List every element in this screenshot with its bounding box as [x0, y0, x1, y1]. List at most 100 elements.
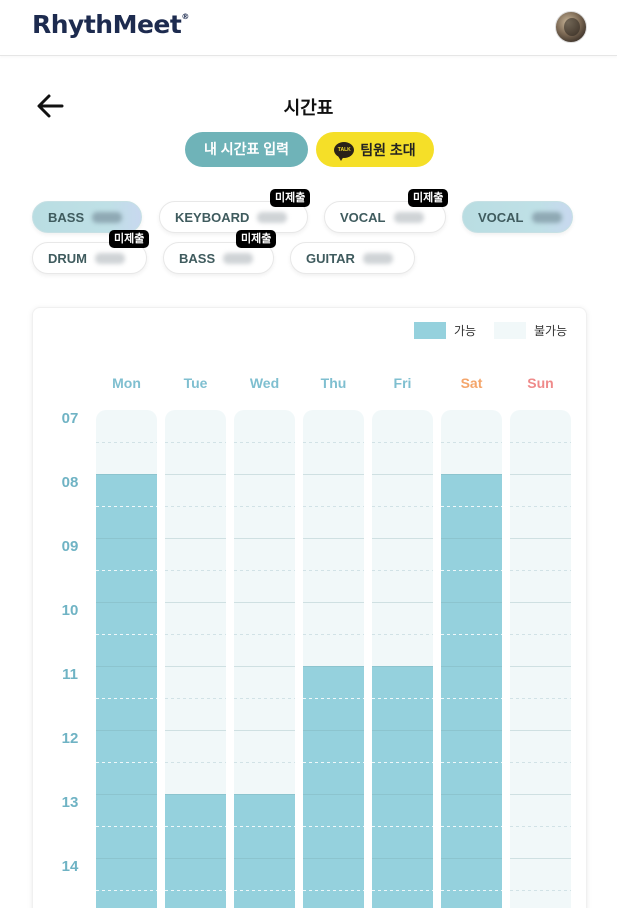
legend-unavailable-swatch — [494, 322, 526, 339]
grid-line — [441, 666, 502, 667]
available-block[interactable] — [441, 474, 502, 908]
grid-line — [96, 442, 157, 443]
hour-label: 10 — [61, 602, 79, 619]
logo[interactable]: RhythMeet® — [32, 10, 189, 39]
grid-line — [165, 666, 226, 667]
available-block[interactable] — [303, 666, 364, 908]
member-chip-guitar[interactable]: GUITAR — [290, 242, 415, 274]
member-role-label: VOCAL — [340, 209, 386, 225]
grid-line — [96, 762, 157, 763]
grid-line — [441, 570, 502, 571]
day-column-thu[interactable] — [303, 410, 364, 908]
grid-line — [96, 794, 157, 795]
member-name-blurred — [95, 252, 125, 264]
grid-line — [441, 826, 502, 827]
grid-line — [234, 570, 295, 571]
grid-line — [372, 538, 433, 539]
avatar[interactable] — [555, 11, 587, 43]
day-column-tue[interactable] — [165, 410, 226, 908]
legend-available-swatch — [414, 322, 446, 339]
grid-line — [372, 730, 433, 731]
grid-line — [372, 442, 433, 443]
hour-label: 09 — [61, 538, 79, 555]
day-label-mon: Mon — [112, 375, 141, 391]
grid-line — [96, 730, 157, 731]
grid-line — [96, 602, 157, 603]
member-role-label: VOCAL — [478, 209, 524, 225]
grid-line — [96, 538, 157, 539]
grid-line — [441, 858, 502, 859]
hour-label: 08 — [61, 474, 79, 491]
available-block[interactable] — [372, 666, 433, 908]
grid-line — [510, 602, 571, 603]
grid-line — [303, 570, 364, 571]
member-chip-vocal[interactable]: VOCAL — [462, 201, 573, 233]
top-bar: RhythMeet® — [0, 0, 617, 56]
grid-line — [165, 602, 226, 603]
legend-unavailable-label: 불가능 — [534, 324, 568, 338]
grid-line — [372, 890, 433, 891]
not-submitted-badge: 미제출 — [408, 189, 449, 207]
member-role-label: DRUM — [48, 250, 87, 266]
grid-line — [165, 858, 226, 859]
grid-line — [510, 762, 571, 763]
grid-line — [96, 474, 157, 475]
grid-line — [510, 890, 571, 891]
invite-member-label: 팀원 초대 — [360, 141, 416, 158]
member-name-blurred — [362, 252, 393, 264]
grid-line — [372, 602, 433, 603]
invite-member-button[interactable]: TALK 팀원 초대 — [316, 132, 434, 167]
grid-line — [234, 666, 295, 667]
grid-line — [441, 890, 502, 891]
day-column-sun[interactable] — [510, 410, 571, 908]
grid-line — [165, 730, 226, 731]
legend-unavailable: 불가능 — [494, 322, 567, 339]
grid-line — [372, 762, 433, 763]
hour-label: 13 — [61, 794, 79, 811]
grid-line — [372, 634, 433, 635]
grid-line — [372, 858, 433, 859]
grid-line — [510, 826, 571, 827]
day-label-thu: Thu — [320, 375, 347, 391]
grid-line — [234, 762, 295, 763]
day-label-fri: Fri — [393, 375, 412, 391]
member-name-blurred — [223, 252, 254, 264]
available-block[interactable] — [96, 474, 157, 908]
grid-line — [303, 666, 364, 667]
grid-line — [96, 858, 157, 859]
member-chip-bass[interactable]: BASS — [32, 201, 142, 233]
member-name-blurred — [257, 211, 288, 223]
day-column-sat[interactable] — [441, 410, 502, 908]
grid-line — [372, 474, 433, 475]
day-column-fri[interactable] — [372, 410, 433, 908]
day-label-wed: Wed — [249, 375, 280, 391]
grid-line — [441, 474, 502, 475]
grid-line — [303, 890, 364, 891]
member-role-label: BASS — [179, 250, 216, 266]
grid-line — [441, 634, 502, 635]
kakao-talk-icon: TALK — [334, 141, 355, 161]
grid-line — [165, 506, 226, 507]
day-column-mon[interactable] — [96, 410, 157, 908]
grid-line — [441, 762, 502, 763]
member-role-label: BASS — [48, 209, 85, 225]
not-submitted-badge: 미제출 — [236, 230, 277, 248]
grid-line — [165, 474, 226, 475]
grid-line — [303, 538, 364, 539]
grid-line — [165, 890, 226, 891]
grid-line — [303, 794, 364, 795]
grid-line — [234, 890, 295, 891]
grid-line — [234, 506, 295, 507]
grid-line — [441, 602, 502, 603]
input-my-schedule-button[interactable]: 내 시간표 입력 — [185, 132, 308, 167]
day-column-wed[interactable] — [234, 410, 295, 908]
grid-line — [441, 442, 502, 443]
grid-line — [165, 698, 226, 699]
grid-line — [372, 570, 433, 571]
member-name-blurred — [531, 211, 562, 223]
grid-line — [372, 698, 433, 699]
grid-line — [510, 794, 571, 795]
grid-line — [510, 698, 571, 699]
grid-line — [234, 602, 295, 603]
hour-label: 07 — [61, 410, 79, 427]
